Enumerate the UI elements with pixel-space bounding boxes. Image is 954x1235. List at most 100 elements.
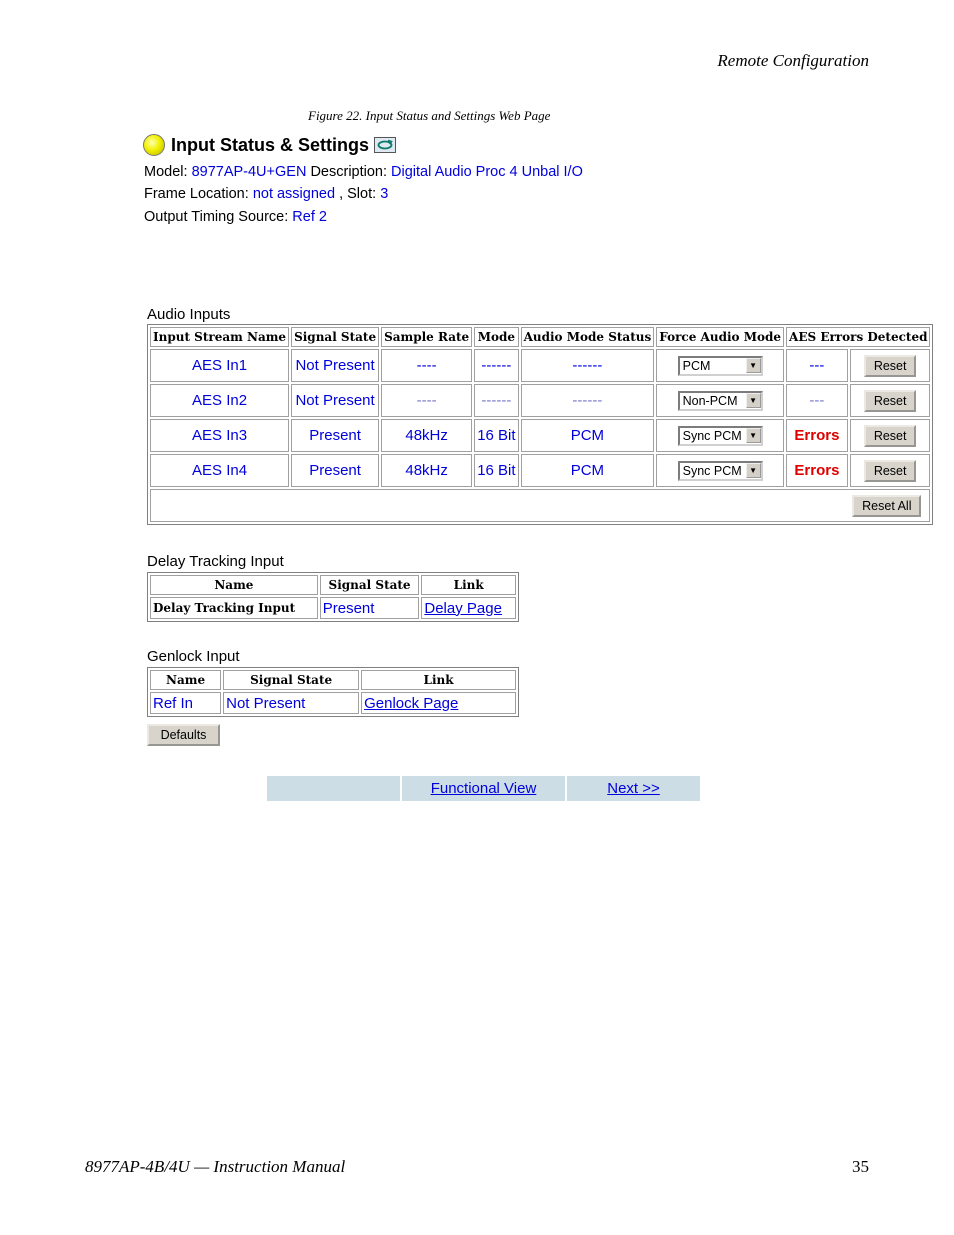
navigation-bar: Functional View Next >>: [267, 776, 700, 801]
genlock-table: Name Signal State Link Ref In Not Presen…: [147, 667, 519, 717]
aes-errors: ---: [786, 384, 848, 417]
figure-caption: Figure 22. Input Status and Settings Web…: [308, 108, 551, 123]
column-header: Name: [150, 575, 318, 595]
column-header: Name: [150, 670, 222, 690]
column-header: Link: [361, 670, 516, 690]
sample-rate: ----: [381, 384, 473, 417]
column-header: Force Audio Mode: [656, 327, 785, 347]
output-timing-value: Ref 2: [292, 209, 327, 225]
aes-errors: Errors: [786, 454, 848, 487]
delay-link-cell: Delay Page: [421, 597, 516, 619]
column-header: AES Errors Detected: [786, 327, 931, 347]
functional-view-link[interactable]: Functional View: [431, 780, 537, 797]
reset-all-cell: Reset All: [150, 489, 931, 522]
force-audio-mode-select[interactable]: Sync PCM ▼: [677, 460, 763, 481]
genlock-page-link[interactable]: Genlock Page: [364, 695, 458, 712]
audio-mode-status: PCM: [520, 419, 655, 452]
table-header-row: Name Signal State Link: [150, 670, 516, 690]
force-audio-mode-select[interactable]: Non-PCM ▼: [677, 390, 763, 411]
table-header-row: Name Signal State Link: [150, 575, 516, 595]
model-label: Model:: [144, 164, 188, 180]
force-audio-mode-cell: PCM ▼: [656, 349, 785, 382]
aes-errors: ---: [786, 349, 848, 382]
input-name: AES In1: [150, 349, 290, 382]
select-value: Sync PCM: [682, 463, 742, 478]
refresh-icon[interactable]: [374, 137, 396, 153]
chevron-down-icon[interactable]: ▼: [745, 428, 761, 443]
input-name: AES In4: [150, 454, 290, 487]
column-header: Mode: [474, 327, 519, 347]
sample-rate: 48kHz: [381, 419, 473, 452]
table-row: AES In3 Present 48kHz 16 Bit PCM Sync PC…: [150, 419, 931, 452]
mode: 16 Bit: [474, 454, 519, 487]
yellow-bulb-icon: [143, 134, 165, 156]
chevron-down-icon[interactable]: ▼: [745, 358, 761, 373]
select-value: Non-PCM: [682, 393, 738, 408]
reset-cell: Reset: [849, 454, 931, 487]
column-header: Signal State: [223, 670, 360, 690]
signal-state: Not Present: [291, 349, 380, 382]
mode: ------: [474, 349, 519, 382]
column-header: Input Stream Name: [150, 327, 290, 347]
signal-state: Present: [291, 419, 380, 452]
reset-button[interactable]: Reset: [863, 389, 917, 412]
reset-button[interactable]: Reset: [863, 459, 917, 482]
output-timing-label: Output Timing Source:: [144, 209, 289, 225]
delay-page-link[interactable]: Delay Page: [424, 600, 502, 617]
sample-rate: ----: [381, 349, 473, 382]
reset-cell: Reset: [849, 384, 931, 417]
audio-mode-status: ------: [520, 384, 655, 417]
mode: ------: [474, 384, 519, 417]
column-header: Audio Mode Status: [520, 327, 655, 347]
input-name: AES In3: [150, 419, 290, 452]
page-title-row: Input Status & Settings: [143, 132, 396, 158]
table-row: Reset All: [150, 489, 931, 522]
running-header: Remote Configuration: [717, 51, 869, 70]
reset-button[interactable]: Reset: [863, 424, 917, 447]
nav-blank-cell: [267, 776, 400, 801]
page-number: 35: [852, 1157, 869, 1176]
table-row: Ref In Not Present Genlock Page: [150, 692, 516, 714]
table-row: AES In4 Present 48kHz 16 Bit PCM Sync PC…: [150, 454, 931, 487]
genlock-signal-state: Not Present: [223, 692, 360, 714]
description-value: Digital Audio Proc 4 Unbal I/O: [391, 164, 583, 180]
signal-state: Present: [291, 454, 380, 487]
model-value: 8977AP-4U+GEN: [191, 164, 307, 180]
genlock-link-cell: Genlock Page: [361, 692, 516, 714]
aes-errors: Errors: [786, 419, 848, 452]
nav-functional-cell: Functional View: [402, 776, 565, 801]
signal-state: Not Present: [291, 384, 380, 417]
nav-next-cell: Next >>: [567, 776, 700, 801]
column-header: Signal State: [319, 575, 420, 595]
select-value: Sync PCM: [682, 428, 742, 443]
frame-location-value: not assigned: [252, 186, 336, 202]
defaults-button[interactable]: Defaults: [147, 724, 220, 746]
page-title: Input Status & Settings: [171, 134, 369, 155]
model-line: Model: 8977AP-4U+GEN Description: Digita…: [144, 164, 583, 180]
mode: 16 Bit: [474, 419, 519, 452]
audio-inputs-table: Input Stream Name Signal State Sample Ra…: [147, 324, 934, 525]
force-audio-mode-cell: Sync PCM ▼: [656, 454, 785, 487]
input-name: AES In2: [150, 384, 290, 417]
audio-mode-status: PCM: [520, 454, 655, 487]
audio-mode-status: ------: [520, 349, 655, 382]
chevron-down-icon[interactable]: ▼: [745, 393, 761, 408]
table-row: AES In1 Not Present ---- ------ ------ P…: [150, 349, 931, 382]
next-link[interactable]: Next >>: [607, 780, 660, 797]
description-label: Description:: [310, 164, 388, 180]
sample-rate: 48kHz: [381, 454, 473, 487]
force-audio-mode-select[interactable]: Sync PCM ▼: [677, 425, 763, 446]
reset-cell: Reset: [849, 349, 931, 382]
force-audio-mode-cell: Non-PCM ▼: [656, 384, 785, 417]
force-audio-mode-select[interactable]: PCM ▼: [677, 355, 763, 376]
chevron-down-icon[interactable]: ▼: [745, 463, 761, 478]
frame-location-line: Frame Location: not assigned , Slot: 3: [144, 186, 388, 202]
slot-value: 3: [380, 186, 389, 202]
frame-location-label: Frame Location:: [144, 186, 249, 202]
genlock-title: Genlock Input: [147, 648, 240, 665]
delay-tracking-table: Name Signal State Link Delay Tracking In…: [147, 572, 519, 622]
delay-signal-state: Present: [319, 597, 420, 619]
column-header: Link: [421, 575, 516, 595]
reset-all-button[interactable]: Reset All: [852, 494, 922, 517]
reset-button[interactable]: Reset: [863, 354, 917, 377]
